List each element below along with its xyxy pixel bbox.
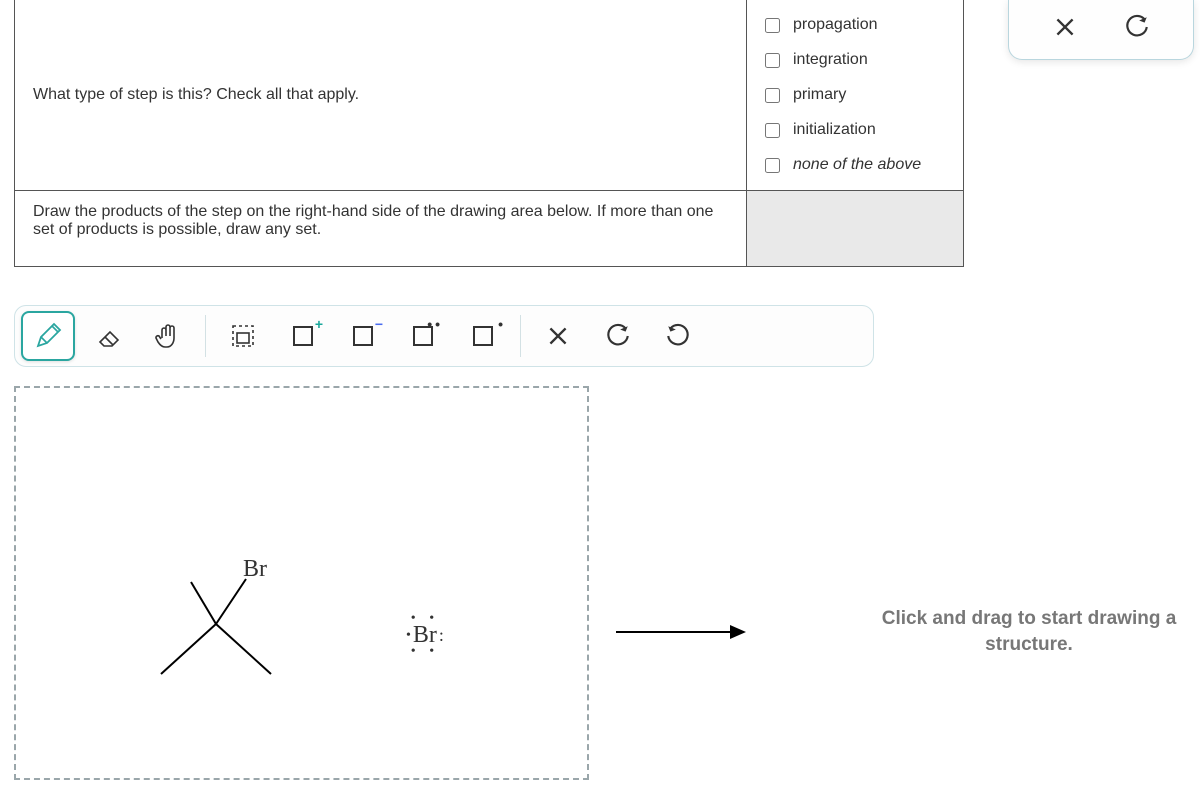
option-label: propagation (793, 16, 878, 34)
answer-options: propagation integration primary initiali… (747, 0, 963, 190)
question-prompt-2: Draw the products of the step on the rig… (15, 191, 747, 266)
checkbox-integration[interactable] (765, 53, 780, 68)
bromine-radical: • • • Br : • • (406, 616, 444, 655)
minus-badge: − (375, 316, 383, 332)
product-hint-text: Click and drag to start drawing a struct… (864, 606, 1194, 657)
reset-icon[interactable] (1124, 14, 1150, 45)
close-icon[interactable] (1052, 14, 1078, 45)
undo-icon (605, 323, 631, 349)
eraser-icon (92, 320, 124, 352)
prompt1-text: What type of step is this? Check all tha… (33, 86, 359, 104)
answer-placeholder (747, 191, 963, 266)
checkbox-initialization[interactable] (765, 123, 780, 138)
negative-charge-tool[interactable]: − (336, 311, 390, 361)
hand-tool[interactable] (141, 311, 195, 361)
question-table: What type of step is this? Check all tha… (14, 0, 964, 267)
pencil-icon (32, 320, 64, 352)
lone-pair-bottom: • • (406, 649, 444, 655)
toolbar-divider (520, 315, 521, 357)
marquee-icon (227, 320, 259, 352)
question-prompt-1: What type of step is this? Check all tha… (15, 0, 747, 190)
prompt2-text: Draw the products of the step on the rig… (33, 203, 728, 239)
marquee-select-tool[interactable] (216, 311, 270, 361)
square-icon (293, 326, 313, 346)
pencil-tool[interactable] (21, 311, 75, 361)
radical-tool[interactable]: • (456, 311, 510, 361)
checkbox-none[interactable] (765, 158, 780, 173)
option-label: initialization (793, 121, 876, 139)
close-icon (545, 323, 571, 349)
lone-pair-right: : (437, 625, 444, 646)
drawing-canvas[interactable]: Br • • • Br : • • Click and drag to star… (14, 386, 1186, 780)
option-label: integration (793, 51, 868, 69)
positive-charge-tool[interactable]: + (276, 311, 330, 361)
clear-button[interactable] (531, 311, 585, 361)
radical-electron: • (406, 628, 413, 644)
lone-pair-tool[interactable]: •• (396, 311, 450, 361)
plus-badge: + (315, 316, 323, 332)
checkbox-propagation[interactable] (765, 18, 780, 33)
dot-badge: • (498, 316, 503, 332)
toolbar-divider (205, 315, 206, 357)
option-label: none of the above (793, 156, 921, 174)
option-none[interactable]: none of the above (761, 155, 957, 176)
option-primary[interactable]: primary (761, 85, 957, 106)
floating-actions-panel (1008, 0, 1194, 60)
option-label: primary (793, 86, 846, 104)
option-initialization[interactable]: initialization (761, 120, 957, 141)
substituent-label: Br (243, 556, 267, 583)
undo-button[interactable] (591, 311, 645, 361)
redo-icon (665, 323, 691, 349)
reactant-zone[interactable]: Br • • • Br : • • (14, 386, 589, 780)
square-icon (353, 326, 373, 346)
checkbox-primary[interactable] (765, 88, 780, 103)
square-icon (473, 326, 493, 346)
option-integration[interactable]: integration (761, 50, 957, 71)
drawing-toolbar: + − •• • (14, 305, 874, 367)
option-propagation[interactable]: propagation (761, 15, 957, 36)
hand-icon (152, 320, 184, 352)
redo-button[interactable] (651, 311, 705, 361)
eraser-tool[interactable] (81, 311, 135, 361)
molecule-skeleton (156, 564, 316, 684)
reaction-arrow (614, 620, 746, 649)
molecule-isobutyl-bromide: Br (156, 564, 316, 674)
dots-badge: •• (427, 316, 443, 332)
